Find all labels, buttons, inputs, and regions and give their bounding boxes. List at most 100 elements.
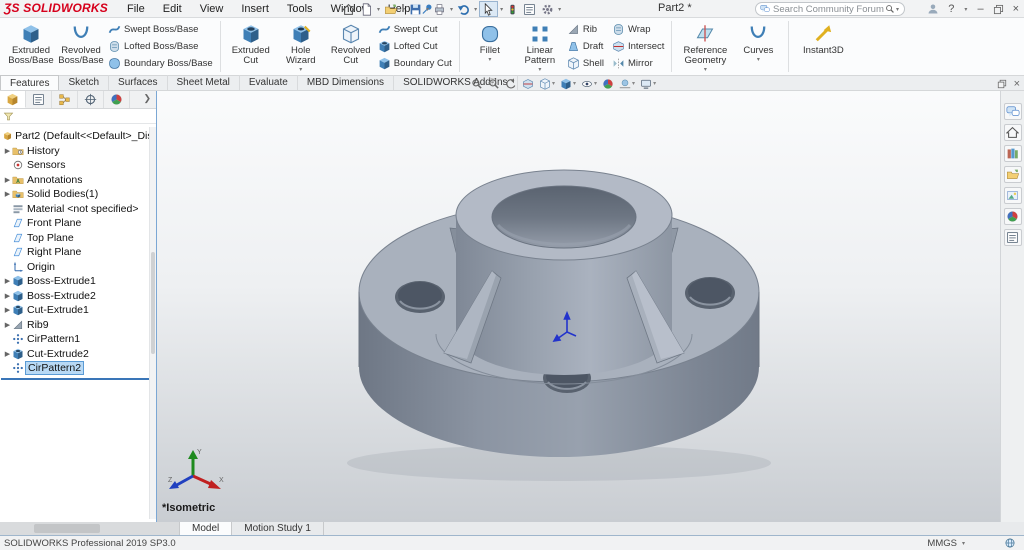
tab-scrollbar[interactable] [0, 522, 180, 535]
zoom-to-area-button[interactable] [487, 78, 501, 90]
linear-pattern-button[interactable]: LinearPattern ▾ [515, 20, 565, 74]
expand-arrow-icon[interactable]: ▶ [3, 292, 12, 300]
menu-insert[interactable]: Insert [232, 0, 278, 18]
tree-item-cut-extrude2[interactable]: ▶Cut-Extrude2 [0, 347, 156, 362]
tree-item-rib9[interactable]: ▶Rib9 [0, 318, 156, 333]
revolved-cut-button[interactable]: RevolvedCut [326, 20, 376, 74]
file-properties-button[interactable] [521, 1, 538, 17]
save-button[interactable] [407, 1, 424, 17]
tree-item-part-root[interactable]: Part2 (Default<<Default>_Display State [0, 129, 156, 144]
tree-item-front-plane[interactable]: Front Plane [0, 216, 156, 231]
menu-view[interactable]: View [191, 0, 233, 18]
menu-edit[interactable]: Edit [154, 0, 191, 18]
tree-item-solid-bodies[interactable]: ▶Solid Bodies(1) [0, 187, 156, 202]
swept-boss-base-button[interactable]: Swept Boss/Base [106, 22, 215, 37]
expand-arrow-icon[interactable]: ▶ [3, 277, 12, 285]
reference-geometry-button[interactable]: ReferenceGeometry ▾ [677, 20, 733, 74]
menu-file[interactable]: File [118, 0, 154, 18]
propertymanager-tab[interactable] [26, 91, 52, 108]
tab-model[interactable]: Model [180, 522, 232, 535]
close-button[interactable]: × [1010, 0, 1022, 18]
displaymanager-tab[interactable] [104, 91, 130, 108]
dropdown-caret-icon[interactable]: ▾ [450, 6, 453, 13]
panel-expand-arrow[interactable]: ❯ [143, 91, 156, 108]
wrap-button[interactable]: Wrap [610, 22, 666, 37]
options-button[interactable] [539, 1, 556, 17]
dropdown-caret-icon[interactable]: ▾ [704, 67, 707, 73]
dropdown-caret-icon[interactable]: ▾ [757, 57, 760, 63]
display-style-button[interactable]: ▾ [559, 78, 577, 90]
intersect-button[interactable]: Intersect [610, 39, 666, 54]
dropdown-caret-icon[interactable]: ▾ [558, 6, 561, 13]
dropdown-caret-icon[interactable]: ▾ [573, 80, 576, 87]
hide-show-items-button[interactable]: ▾ [580, 78, 598, 90]
help-caret-icon[interactable]: ▾ [964, 6, 967, 13]
menu-tools[interactable]: Tools [278, 0, 322, 18]
globe-icon[interactable] [1004, 537, 1016, 549]
search-icon[interactable] [885, 4, 895, 14]
dropdown-caret-icon[interactable]: ▾ [594, 80, 597, 87]
tree-item-boss-extrude1[interactable]: ▶Boss-Extrude1 [0, 274, 156, 289]
mirror-button[interactable]: Mirror [610, 56, 666, 71]
section-view-button[interactable] [521, 78, 535, 90]
print-button[interactable] [431, 1, 448, 17]
tree-item-history[interactable]: ▶History [0, 144, 156, 159]
tree-item-cirpattern1[interactable]: CirPattern1 [0, 332, 156, 347]
tab-motion-study-1[interactable]: Motion Study 1 [232, 522, 324, 535]
dropdown-caret-icon[interactable]: ▾ [552, 80, 555, 87]
tree-item-sensors[interactable]: Sensors [0, 158, 156, 173]
design-library-button[interactable] [1004, 145, 1022, 162]
tree-item-right-plane[interactable]: Right Plane [0, 245, 156, 260]
dropdown-caret-icon[interactable]: ▾ [474, 6, 477, 13]
configurationmanager-tab[interactable] [52, 91, 78, 108]
edit-appearance-button[interactable] [601, 78, 615, 90]
dropdown-caret-icon[interactable]: ▾ [377, 6, 380, 13]
featuremanager-tree-tab[interactable] [0, 91, 26, 108]
document-close-button[interactable]: × [1014, 78, 1020, 90]
document-restore-button[interactable] [997, 79, 1007, 89]
units-selector[interactable]: MMGS▾ [927, 538, 966, 549]
instant3d-button[interactable]: Instant3D [794, 20, 852, 74]
expand-arrow-icon[interactable]: ▶ [3, 306, 12, 314]
fillet-button[interactable]: Fillet ▾ [465, 20, 515, 74]
expand-arrow-icon[interactable]: ▶ [3, 190, 12, 198]
dropdown-caret-icon[interactable]: ▾ [632, 80, 635, 87]
tree-item-top-plane[interactable]: Top Plane [0, 231, 156, 246]
graphics-viewport[interactable]: YXZ *Isometric [157, 91, 1000, 522]
boundary-boss-base-button[interactable]: Boundary Boss/Base [106, 56, 215, 71]
tab-mbd-dimensions[interactable]: MBD Dimensions [298, 75, 394, 90]
dropdown-caret-icon[interactable]: ▾ [653, 80, 656, 87]
swept-cut-button[interactable]: Swept Cut [376, 22, 454, 37]
tree-filter-bar[interactable] [0, 109, 156, 124]
appearances-button[interactable] [1004, 208, 1022, 225]
community-search[interactable]: Search Community Forum ▾ [755, 2, 905, 16]
dropdown-caret-icon[interactable]: ▾ [488, 57, 491, 63]
solidworks-resources-button[interactable] [1004, 124, 1022, 141]
home-button[interactable] [340, 1, 357, 17]
view-orientation-button[interactable]: ▾ [538, 78, 556, 90]
rebuild-button[interactable] [505, 1, 520, 17]
dropdown-caret-icon[interactable]: ▾ [538, 67, 541, 73]
new-document-button[interactable] [358, 1, 375, 17]
view-palette-button[interactable] [1004, 187, 1022, 204]
tab-sketch[interactable]: Sketch [59, 75, 109, 90]
tab-scrollbar-thumb[interactable] [34, 524, 100, 533]
draft-button[interactable]: Draft [565, 39, 606, 54]
expand-arrow-icon[interactable]: ▶ [3, 350, 12, 358]
expand-arrow-icon[interactable]: ▶ [3, 176, 12, 184]
search-dropdown-caret-icon[interactable]: ▾ [896, 6, 899, 13]
flange-part-model[interactable] [157, 91, 1000, 522]
scrollbar-thumb[interactable] [151, 252, 155, 354]
extruded-boss-base-button[interactable]: ExtrudedBoss/Base [6, 20, 56, 74]
extruded-cut-button[interactable]: ExtrudedCut [226, 20, 276, 74]
revolved-boss-base-button[interactable]: RevolvedBoss/Base [56, 20, 106, 74]
tree-item-cut-extrude1[interactable]: ▶Cut-Extrude1 [0, 303, 156, 318]
minimize-button[interactable]: – [974, 0, 986, 18]
help-button[interactable]: ? [945, 0, 957, 18]
lofted-cut-button[interactable]: Lofted Cut [376, 39, 454, 54]
view-settings-button[interactable]: ▾ [639, 78, 657, 90]
lofted-boss-base-button[interactable]: Lofted Boss/Base [106, 39, 215, 54]
tree-item-cirpattern2[interactable]: CirPattern2 [0, 361, 156, 376]
tree-item-origin[interactable]: Origin [0, 260, 156, 275]
open-button[interactable] [382, 1, 400, 17]
